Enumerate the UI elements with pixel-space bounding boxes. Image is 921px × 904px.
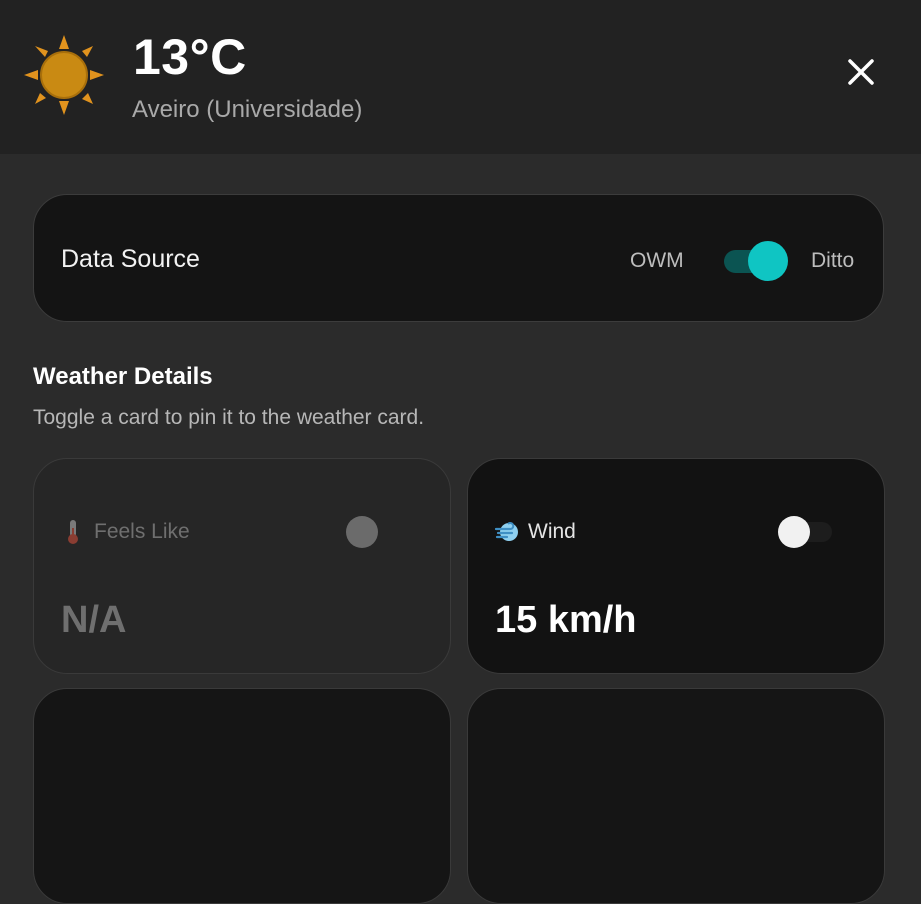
weather-header: 13°C Aveiro (Universidade) [0,0,921,154]
sun-icon [24,35,104,115]
data-source-label: Data Source [61,245,200,273]
source-option-ditto: Ditto [811,249,855,272]
toggle-thumb [748,241,788,281]
card-label: Feels Like [94,520,190,543]
detail-card-wind[interactable]: Wind 15 km/h [467,458,885,674]
source-option-owm: OWM [630,249,684,272]
detail-card-feels-like[interactable]: Feels Like N/A [33,458,451,674]
detail-card-partial[interactable] [33,688,451,904]
pin-toggle-wind[interactable] [778,516,836,548]
card-label: Wind [528,520,576,543]
current-temperature: 13°C [133,29,247,85]
wind-icon [494,522,518,541]
detail-card-partial[interactable] [467,688,885,904]
location-name: Aveiro (Universidade) [132,96,363,123]
toggle-thumb [346,516,378,548]
data-source-toggle[interactable] [724,241,790,281]
pin-toggle-feels-like[interactable] [344,516,402,548]
data-source-card: Data Source OWM Ditto [33,194,884,322]
card-value: 15 km/h [495,599,637,641]
weather-details-subtitle: Toggle a card to pin it to the weather c… [33,406,425,429]
thermometer-icon [68,520,78,544]
weather-details-title: Weather Details [33,363,213,390]
card-value: N/A [61,599,127,641]
toggle-thumb [778,516,810,548]
close-icon[interactable] [838,49,884,95]
